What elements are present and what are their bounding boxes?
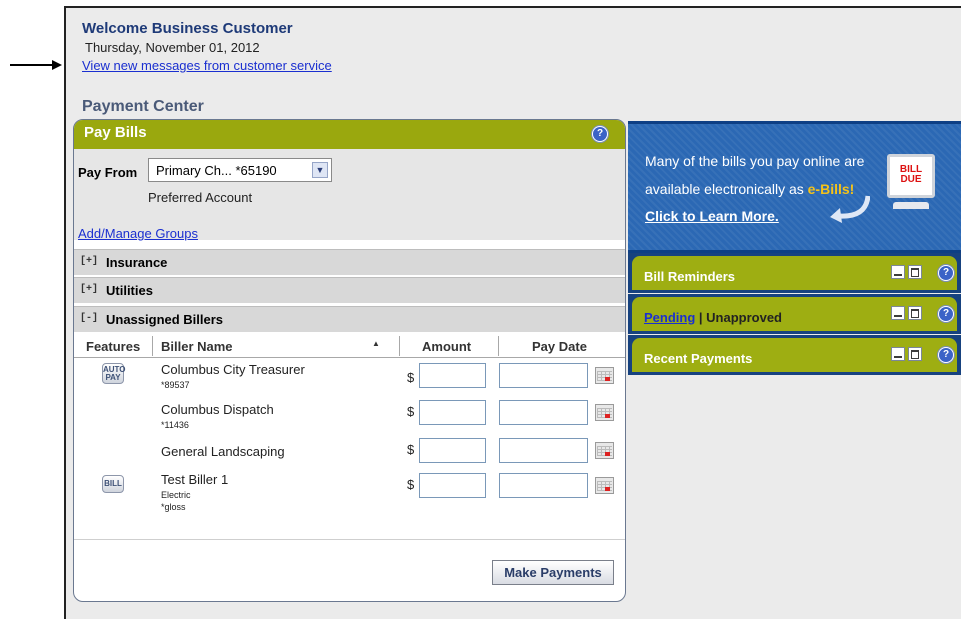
biller-account: *11436 [161,420,189,430]
group-utilities[interactable]: [+] Utilities [74,277,625,303]
unapproved-label: Unapproved [706,310,782,325]
maximize-icon[interactable] [908,347,922,361]
panel-header: Pending | Unapproved ? [632,297,957,331]
col-divider [498,336,499,356]
amount-input[interactable] [419,473,486,498]
pending-panel: Pending | Unapproved ? [628,294,961,334]
calendar-icon[interactable] [595,367,614,384]
panel-header: Recent Payments ? [632,338,957,372]
bill-reminders-title: Bill Reminders [644,269,736,284]
make-payments-button[interactable]: Make Payments [492,560,614,585]
bill-reminders-panel: Bill Reminders ? [628,253,961,293]
col-biller-name[interactable]: Biller Name [161,339,233,354]
pay-date-input[interactable] [499,438,588,463]
preferred-account-text: Preferred Account [148,190,253,205]
currency-symbol: $ [407,404,415,419]
bill-due-monitor-icon: BILL DUE [883,154,939,212]
chevron-down-icon[interactable]: ▼ [312,162,328,178]
panel-header: Bill Reminders ? [632,256,957,290]
pay-from-select[interactable]: Primary Ch... *65190 ▼ [148,158,332,182]
billers-table-header: Features Biller Name ▲ Amount Pay Date [74,335,625,358]
group-label: Utilities [106,283,153,298]
recent-payments-panel: Recent Payments ? [628,335,961,375]
calendar-icon[interactable] [595,442,614,459]
currency-symbol: $ [407,370,415,385]
autopay-icon[interactable]: AUTO PAY [102,363,126,384]
promo-line-1: Many of the bills you pay online are [645,153,865,169]
currency-symbol: $ [407,442,415,457]
group-unassigned-billers[interactable]: [-] Unassigned Billers [74,306,625,332]
pay-date-input[interactable] [499,473,588,498]
biller-name: Columbus City Treasurer [161,362,305,377]
view-messages-link[interactable]: View new messages from customer service [82,58,332,73]
maximize-icon[interactable] [908,306,922,320]
help-icon[interactable]: ? [938,306,954,322]
biller-account: Electric [161,490,191,500]
pending-title: Pending | Unapproved [644,310,782,325]
learn-more-link[interactable]: Click to Learn More. [645,208,779,224]
monitor-screen: BILL DUE [887,154,935,198]
monitor-stand [893,202,929,209]
group-label: Unassigned Billers [106,312,224,327]
minimize-icon[interactable] [891,306,905,320]
col-amount: Amount [422,339,472,354]
pay-date-input[interactable] [499,363,588,388]
group-insurance[interactable]: [+] Insurance [74,249,625,275]
bill-due-text: BILL DUE [890,165,932,185]
bill-icon[interactable]: BILL [102,475,124,493]
maximize-icon[interactable] [908,265,922,279]
collapse-icon: [-] [80,313,99,324]
promo-line-2-text: available electronically as [645,181,808,197]
ebill-promo-banner[interactable]: Many of the bills you pay online are ava… [628,121,961,253]
biller-name: General Landscaping [161,444,285,459]
group-label: Insurance [106,255,168,270]
separator: | [695,310,707,325]
promo-line-2: available electronically as e-Bills! [645,181,854,197]
calendar-icon[interactable] [595,477,614,494]
minimize-icon[interactable] [891,347,905,361]
pay-bills-header: Pay Bills ? [74,120,625,150]
current-date: Thursday, November 01, 2012 [85,40,260,55]
calendar-icon[interactable] [595,404,614,421]
amount-input[interactable] [419,363,486,388]
pay-bills-panel: Pay Bills ? Pay From Primary Ch... *6519… [73,119,626,602]
currency-symbol: $ [407,477,415,492]
bill-due-word-2: DUE [900,174,922,185]
sort-up-icon[interactable]: ▲ [372,339,380,348]
help-icon[interactable]: ? [592,126,608,142]
help-icon[interactable]: ? [938,265,954,281]
biller-name: Columbus Dispatch [161,402,274,417]
pay-from-value: Primary Ch... *65190 [156,163,277,178]
pay-from-label: Pay From [78,165,138,180]
pay-bills-title: Pay Bills [84,124,147,141]
minimize-icon[interactable] [891,265,905,279]
biller-account: *89537 [161,380,190,390]
pay-date-input[interactable] [499,400,588,425]
col-pay-date: Pay Date [532,339,587,354]
col-divider [399,336,400,356]
amount-input[interactable] [419,400,486,425]
divider [74,539,625,540]
expand-icon: [+] [80,284,99,295]
expand-icon: [+] [80,256,99,267]
add-manage-groups-link[interactable]: Add/Manage Groups [78,226,198,241]
recent-payments-title: Recent Payments [644,351,753,366]
col-features: Features [86,339,141,354]
help-icon[interactable]: ? [938,347,954,363]
curved-arrow-icon [830,195,870,223]
welcome-heading: Welcome Business Customer [82,20,293,37]
pending-link[interactable]: Pending [644,310,695,325]
col-divider [152,336,153,356]
pointer-arrow-icon [10,60,62,70]
biller-nickname: *gloss [161,502,186,512]
biller-name: Test Biller 1 [161,472,229,487]
amount-input[interactable] [419,438,486,463]
payment-center-title: Payment Center [82,98,204,115]
